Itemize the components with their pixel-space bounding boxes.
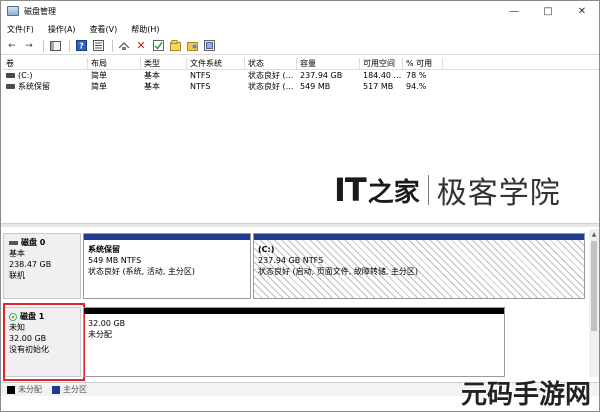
folder-open-icon[interactable] xyxy=(185,39,199,53)
cell-free-space: 517 MB xyxy=(363,82,394,91)
column-header-layout[interactable]: 布局 xyxy=(88,58,141,69)
volume-list-header: 卷 布局 类型 文件系统 状态 容量 可用空间 % 可用 xyxy=(3,58,599,70)
column-header-percent-free[interactable]: % 可用 xyxy=(403,58,443,69)
cell-free-space: 184.40 ... xyxy=(363,71,402,80)
cell-percent-free: 78 % xyxy=(406,71,427,80)
disk-name: 磁盘 0 xyxy=(21,238,46,247)
legend-swatch xyxy=(52,385,60,394)
table-row[interactable]: 系统保留 简单 基本 NTFS 状态良好 (... 549 MB 517 MB … xyxy=(3,81,599,92)
window-title: 磁盘管理 xyxy=(24,6,56,16)
drive-icon xyxy=(6,84,15,89)
disk-status: 联机 xyxy=(9,271,25,280)
cell-filesystem: NTFS xyxy=(190,82,211,91)
column-header-volume[interactable]: 卷 xyxy=(3,58,88,69)
scroll-up-icon[interactable]: ▲ xyxy=(589,229,599,239)
back-arrow-icon[interactable]: ← xyxy=(5,39,19,53)
menu-help[interactable]: 帮助(H) xyxy=(131,24,159,35)
menu-bar: 文件(F) 操作(A) 查看(V) 帮助(H) xyxy=(1,21,599,37)
toolbar-separator xyxy=(43,39,44,52)
delete-icon[interactable]: ✕ xyxy=(134,39,148,53)
partition-system-reserved[interactable]: 系统保留 549 MB NTFS 状态良好 (系统, 活动, 主分区) xyxy=(83,233,251,299)
cell-type: 基本 xyxy=(144,82,160,91)
title-bar: 磁盘管理 — □ ✕ xyxy=(1,1,599,21)
svg-text:?: ? xyxy=(79,42,84,51)
toolbar: ← → ? ✕ xyxy=(1,37,599,55)
logo-text: 极客学院 xyxy=(436,176,561,211)
properties-icon[interactable] xyxy=(91,39,105,53)
maximize-button[interactable]: □ xyxy=(531,1,565,21)
help-icon[interactable]: ? xyxy=(74,39,88,53)
logo-calligraphy-text: 之家 xyxy=(367,177,420,208)
disk-view-scrollbar[interactable]: ▲ xyxy=(589,229,599,377)
disk-type: 基本 xyxy=(9,249,25,258)
partition-status: 未分配 xyxy=(88,330,112,339)
partition-unallocated[interactable]: 32.00 GB 未分配 xyxy=(83,307,505,377)
disk-graphical-view: 磁盘 0 基本 238.47 GB 联机 系统保留 549 MB NTFS 状态… xyxy=(3,229,589,381)
checkmark-icon[interactable] xyxy=(151,39,165,53)
legend-swatch xyxy=(7,385,15,394)
cell-percent-free: 94.% xyxy=(406,82,427,91)
ithome-logo: IT 之家 极客学院 xyxy=(334,171,561,211)
legend-primary: 主分区 xyxy=(52,384,87,395)
partition-size: 32.00 GB xyxy=(88,319,126,328)
partition-size: 549 MB NTFS xyxy=(88,256,142,265)
disk-management-icon xyxy=(7,6,19,16)
partition-name: 系统保留 xyxy=(88,245,120,254)
disk-1-highlight xyxy=(3,303,85,381)
cell-volume: (C:) xyxy=(18,71,33,80)
forward-arrow-icon[interactable]: → xyxy=(22,39,36,53)
disk-icon xyxy=(9,240,18,245)
cell-layout: 简单 xyxy=(91,82,107,91)
connect-icon[interactable] xyxy=(117,39,131,53)
column-header-type[interactable]: 类型 xyxy=(141,58,187,69)
cell-capacity: 237.94 GB xyxy=(300,71,343,80)
disk-size: 238.47 GB xyxy=(9,260,52,269)
settings-icon[interactable] xyxy=(202,39,216,53)
console-tree-icon[interactable] xyxy=(48,39,62,53)
toolbar-separator xyxy=(112,39,113,52)
toolbar-separator xyxy=(69,39,70,52)
legend-label: 未分配 xyxy=(18,385,42,394)
partition-status: 状态良好 (启动, 页面文件, 故障转储, 主分区) xyxy=(258,267,419,276)
partition-status: 状态良好 (系统, 活动, 主分区) xyxy=(88,267,195,276)
cell-layout: 简单 xyxy=(91,71,107,80)
column-header-status[interactable]: 状态 xyxy=(245,58,297,69)
table-row[interactable]: (C:) 简单 基本 NTFS 状态良好 (... 237.94 GB 184.… xyxy=(3,70,599,81)
cell-filesystem: NTFS xyxy=(190,71,211,80)
pane-splitter[interactable] xyxy=(1,223,599,227)
cell-type: 基本 xyxy=(144,71,160,80)
new-volume-icon[interactable] xyxy=(168,39,182,53)
minimize-button[interactable]: — xyxy=(497,1,531,21)
partition-size: 237.94 GB NTFS xyxy=(258,256,324,265)
column-header-filesystem[interactable]: 文件系统 xyxy=(187,58,245,69)
logo-divider xyxy=(427,175,429,205)
drive-icon xyxy=(6,73,15,78)
site-watermark: 元码手游网 xyxy=(451,371,599,411)
menu-action[interactable]: 操作(A) xyxy=(48,24,76,35)
partition-c-drive[interactable]: (C:) 237.94 GB NTFS 状态良好 (启动, 页面文件, 故障转储… xyxy=(253,233,585,299)
cell-status: 状态良好 (... xyxy=(248,71,294,80)
disk-0-label[interactable]: 磁盘 0 基本 238.47 GB 联机 xyxy=(3,233,81,299)
cell-volume: 系统保留 xyxy=(18,82,50,91)
cell-capacity: 549 MB xyxy=(300,82,331,91)
cell-status: 状态良好 (... xyxy=(248,82,294,91)
menu-view[interactable]: 查看(V) xyxy=(90,24,118,35)
site-watermark-text: 元码手游网 xyxy=(460,379,591,410)
legend-label: 主分区 xyxy=(63,385,87,394)
close-button[interactable]: ✕ xyxy=(565,1,599,21)
logo-it-text: IT xyxy=(334,171,367,209)
column-header-capacity[interactable]: 容量 xyxy=(297,58,360,69)
scroll-thumb[interactable] xyxy=(591,241,597,331)
partition-name: (C:) xyxy=(258,245,275,254)
column-header-free-space[interactable]: 可用空间 xyxy=(360,58,403,69)
legend-unallocated: 未分配 xyxy=(7,384,42,395)
logo-mark: IT 之家 xyxy=(334,171,420,209)
menu-file[interactable]: 文件(F) xyxy=(7,24,34,35)
disk-management-window: 磁盘管理 — □ ✕ 文件(F) 操作(A) 查看(V) 帮助(H) ← → ?… xyxy=(0,0,600,412)
